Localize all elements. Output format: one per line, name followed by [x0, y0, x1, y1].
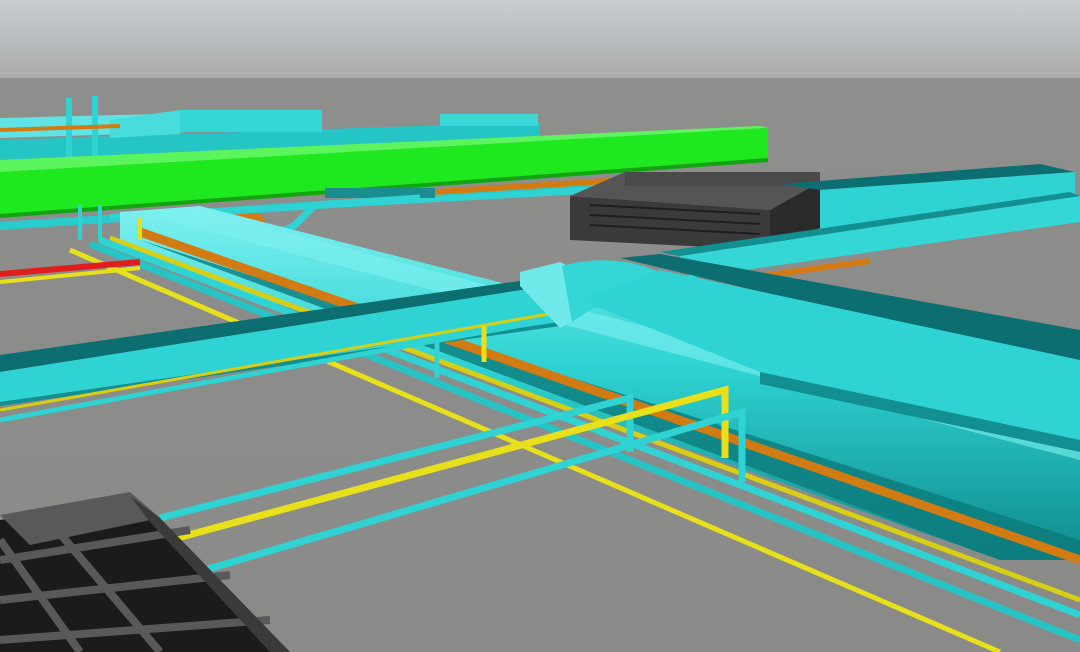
sky-background	[0, 0, 1080, 80]
far-duct-box	[180, 110, 322, 132]
far-duct-box-2	[440, 114, 538, 126]
model-viewport[interactable]	[0, 0, 1080, 652]
